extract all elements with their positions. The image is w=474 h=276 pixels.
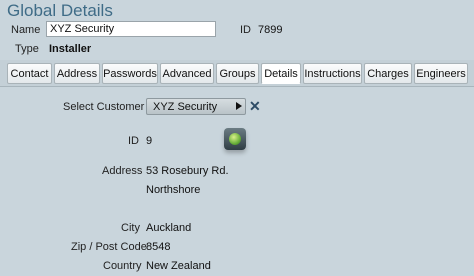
address-label: Address xyxy=(102,165,143,177)
tab-bar: Contact Address Passwords Advanced Group… xyxy=(0,60,474,87)
name-input[interactable]: XYZ Security xyxy=(46,21,216,37)
tab-advanced[interactable]: Advanced xyxy=(160,63,214,84)
address-line2: Northshore xyxy=(146,184,201,196)
name-label: Name xyxy=(11,24,41,36)
tab-passwords[interactable]: Passwords xyxy=(102,63,158,84)
tab-address[interactable]: Address xyxy=(54,63,100,84)
customer-id-value: 9 xyxy=(146,135,153,147)
customer-select[interactable]: XYZ Security xyxy=(146,98,246,115)
tab-details[interactable]: Details xyxy=(261,63,301,84)
city-value: Auckland xyxy=(146,222,192,234)
globe-icon xyxy=(229,133,241,145)
page-title: Global Details xyxy=(7,1,113,20)
tab-charges[interactable]: Charges xyxy=(364,63,412,84)
customer-select-value: XYZ Security xyxy=(153,101,218,113)
city-label: City xyxy=(121,222,140,234)
select-customer-label: Select Customer xyxy=(63,101,145,113)
triangle-right-icon xyxy=(236,102,242,110)
zip-label: Zip / Post Code xyxy=(71,241,147,253)
country-value: New Zealand xyxy=(146,260,211,272)
customer-id-label: ID xyxy=(128,135,139,147)
type-value: Installer xyxy=(49,43,92,55)
tab-engineers[interactable]: Engineers xyxy=(414,63,468,84)
close-icon[interactable]: ✕ xyxy=(249,98,261,114)
tab-groups[interactable]: Groups xyxy=(216,63,259,84)
tab-contact[interactable]: Contact xyxy=(7,63,52,84)
zip-value: 8548 xyxy=(146,241,171,253)
tab-instructions[interactable]: Instructions xyxy=(303,63,362,84)
country-label: Country xyxy=(103,260,142,272)
id-label: ID xyxy=(240,24,251,36)
id-value: 7899 xyxy=(258,24,283,36)
address-line1: 53 Rosebury Rd. xyxy=(146,165,229,177)
type-label: Type xyxy=(15,43,39,55)
map-button[interactable] xyxy=(224,128,246,150)
